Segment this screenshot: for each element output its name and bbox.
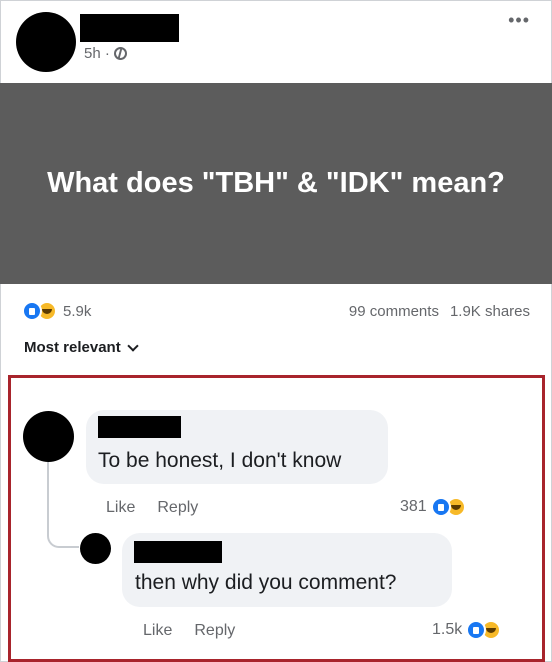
like-reaction-icon bbox=[22, 301, 42, 321]
reply-actions: Like Reply bbox=[143, 622, 235, 640]
post-timestamp: 5h · bbox=[84, 45, 127, 62]
reply-author-avatar[interactable] bbox=[80, 533, 111, 564]
sort-label: Most relevant bbox=[24, 339, 121, 356]
comment-text: To be honest, I don't know bbox=[98, 449, 342, 472]
reaction-count: 5.9k bbox=[63, 302, 92, 320]
reaction-icons bbox=[430, 497, 466, 517]
post-author-avatar[interactable] bbox=[16, 12, 76, 72]
comments-count-link[interactable]: 99 comments bbox=[349, 303, 439, 320]
redacted-reply-author-name bbox=[134, 541, 222, 563]
redacted-author-name bbox=[80, 14, 179, 42]
reaction-icons bbox=[466, 620, 502, 640]
post-reactions[interactable]: 5.9k bbox=[22, 301, 91, 321]
comment-reactions[interactable]: 381 bbox=[400, 497, 466, 517]
redacted-commenter-name bbox=[98, 416, 181, 438]
timestamp-text: 5h · bbox=[84, 45, 110, 62]
comment-reaction-count: 381 bbox=[400, 498, 427, 515]
reply-thread-line bbox=[47, 462, 79, 548]
engagement-counts: 99 comments 1.9K shares bbox=[349, 303, 530, 320]
shares-count-link[interactable]: 1.9K shares bbox=[450, 303, 530, 320]
reply-reactions[interactable]: 1.5k bbox=[432, 620, 502, 640]
post-stats-bar: 5.9k 99 comments 1.9K shares bbox=[22, 298, 530, 324]
globe-icon bbox=[113, 47, 127, 60]
comment-actions: Like Reply bbox=[106, 499, 198, 517]
more-options-button[interactable]: ••• bbox=[508, 10, 530, 31]
like-button[interactable]: Like bbox=[143, 622, 172, 640]
reaction-icons bbox=[22, 301, 57, 321]
reply-text: then why did you comment? bbox=[135, 571, 397, 594]
like-reaction-icon bbox=[430, 497, 451, 517]
commenter-avatar[interactable] bbox=[23, 411, 74, 462]
text-post-card: What does "TBH" & "IDK" mean? bbox=[0, 83, 552, 284]
reply-button[interactable]: Reply bbox=[157, 499, 198, 517]
reply-button[interactable]: Reply bbox=[194, 622, 235, 640]
chevron-down-icon bbox=[127, 339, 139, 352]
post-text: What does "TBH" & "IDK" mean? bbox=[47, 167, 505, 199]
like-button[interactable]: Like bbox=[106, 499, 135, 517]
comment-sort-dropdown[interactable]: Most relevant bbox=[24, 339, 139, 356]
reply-reaction-count: 1.5k bbox=[432, 621, 463, 638]
